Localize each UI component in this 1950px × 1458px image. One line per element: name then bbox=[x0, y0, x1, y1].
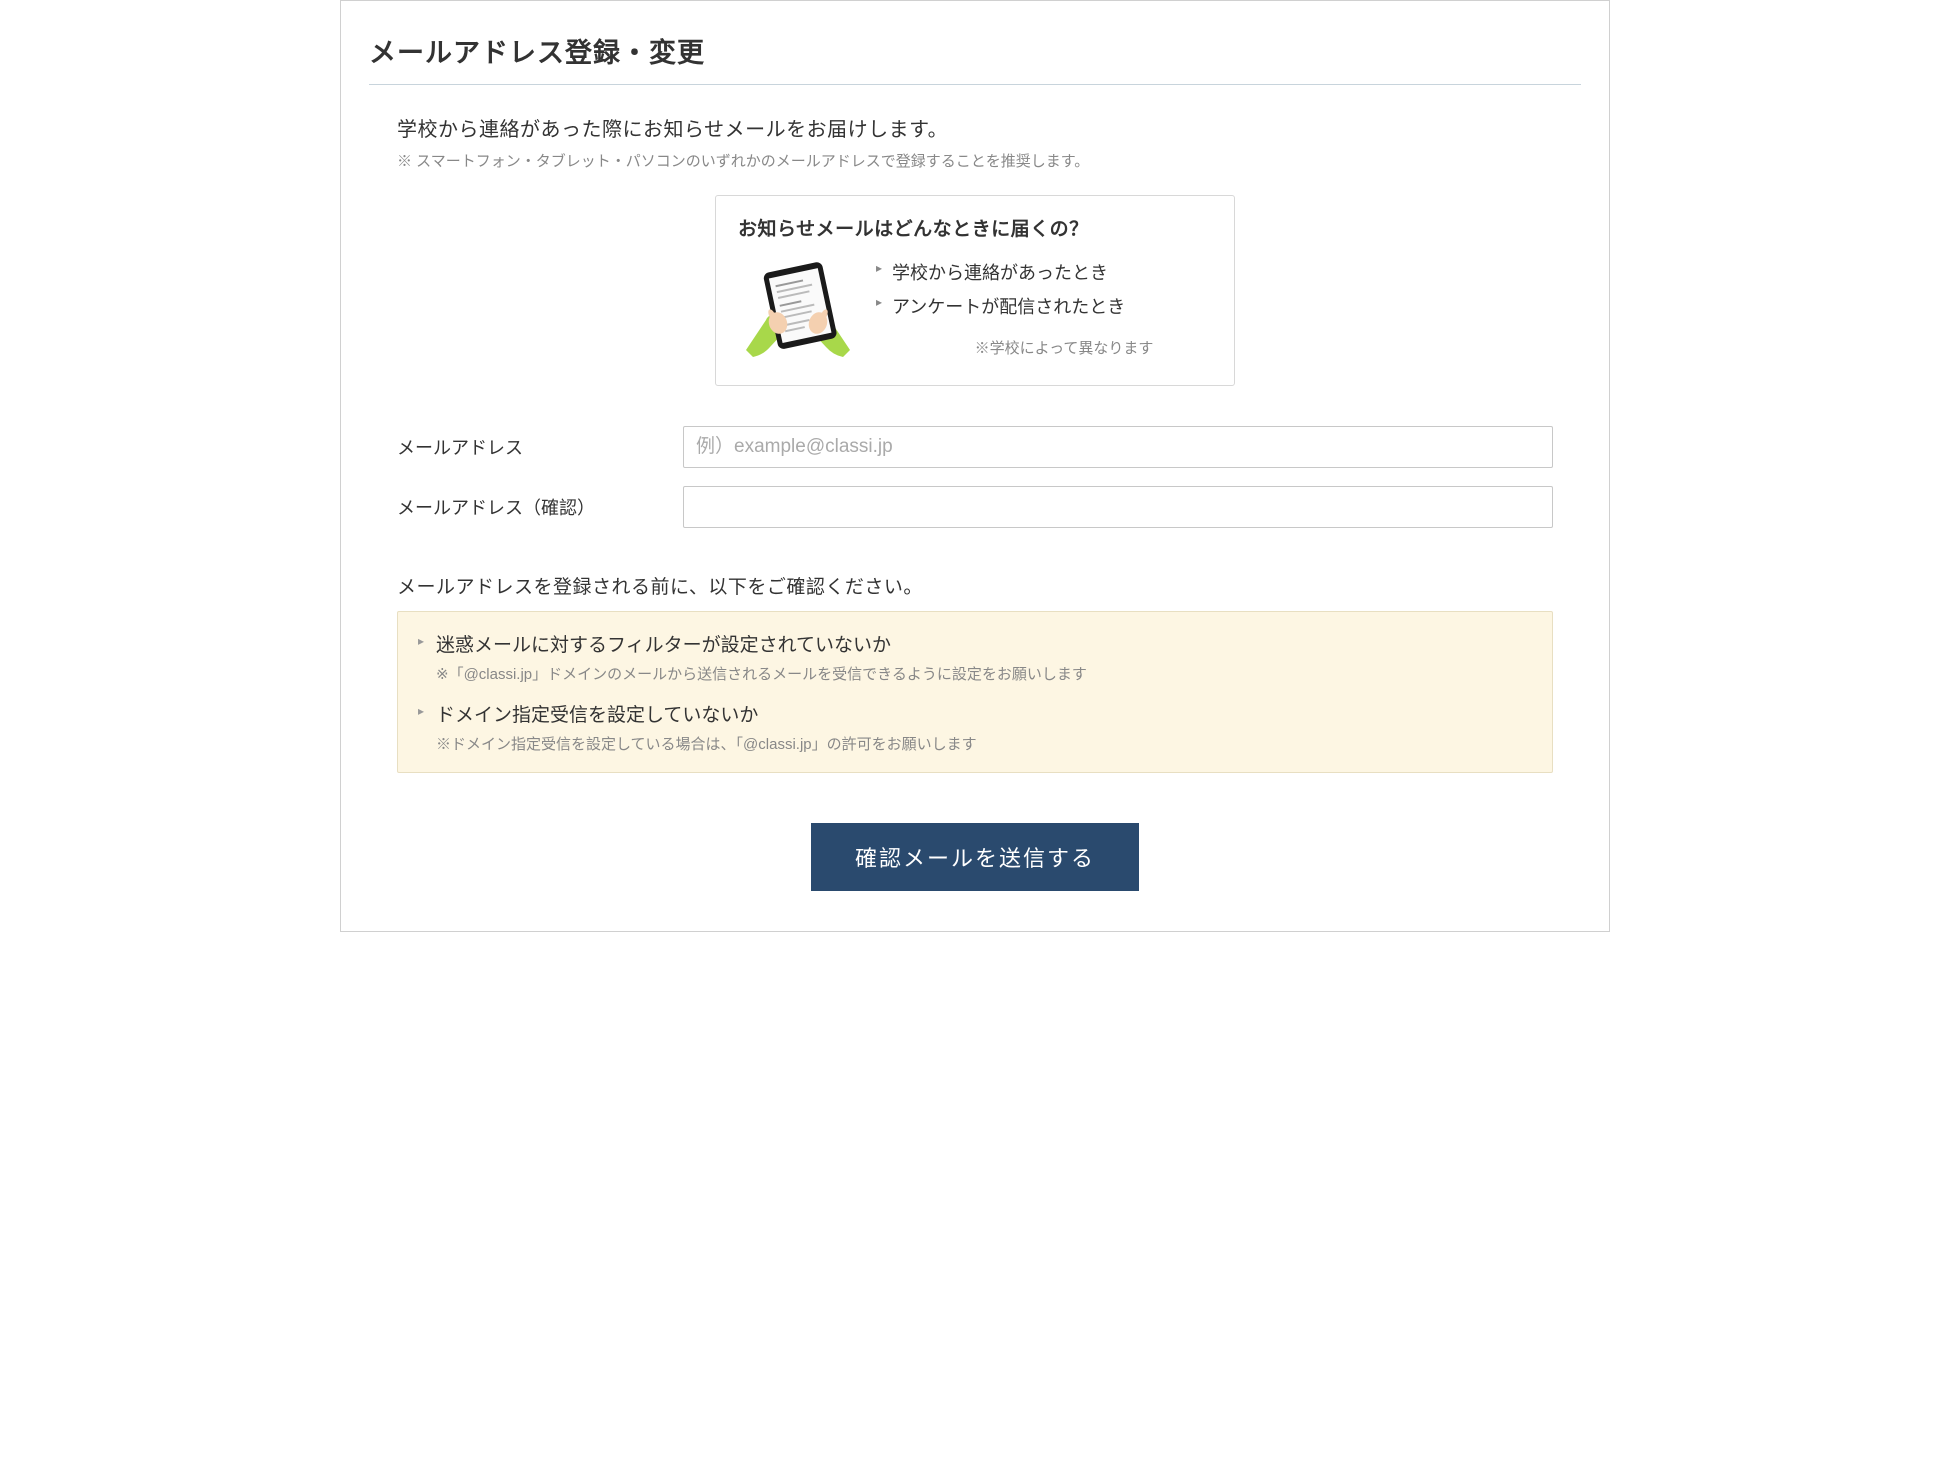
intro-area: 学校から連絡があった際にお知らせメールをお届けします。 ※ スマートフォン・タブ… bbox=[369, 113, 1581, 171]
confirm-item-note: ※「@classi.jp」ドメインのメールから送信されるメールを受信できるように… bbox=[418, 663, 1532, 684]
confirm-heading: メールアドレスを登録される前に、以下をご確認ください。 bbox=[397, 572, 1553, 599]
confirm-section: メールアドレスを登録される前に、以下をご確認ください。 迷惑メールに対するフィル… bbox=[369, 572, 1581, 773]
email-label: メールアドレス bbox=[397, 434, 683, 460]
submit-button[interactable]: 確認メールを送信する bbox=[811, 823, 1139, 891]
intro-note: ※ スマートフォン・タブレット・パソコンのいずれかのメールアドレスで登録すること… bbox=[397, 150, 1581, 171]
info-box: お知らせメールはどんなときに届くの？ bbox=[715, 195, 1235, 386]
form-area: メールアドレス メールアドレス（確認） bbox=[369, 426, 1581, 528]
info-item: 学校から連絡があったとき bbox=[876, 259, 1212, 285]
info-item: アンケートが配信されたとき bbox=[876, 293, 1212, 319]
confirm-item-title: ドメイン指定受信を設定していないか bbox=[418, 700, 1532, 727]
page-title: メールアドレス登録・変更 bbox=[369, 31, 1581, 85]
confirm-item-title: 迷惑メールに対するフィルターが設定されていないか bbox=[418, 630, 1532, 657]
confirm-item: ドメイン指定受信を設定していないか ※ドメイン指定受信を設定している場合は、「@… bbox=[418, 700, 1532, 754]
email-confirm-input[interactable] bbox=[683, 486, 1553, 528]
submit-area: 確認メールを送信する bbox=[369, 823, 1581, 891]
form-row-email-confirm: メールアドレス（確認） bbox=[397, 486, 1553, 528]
email-confirm-label: メールアドレス（確認） bbox=[397, 494, 683, 520]
confirm-item: 迷惑メールに対するフィルターが設定されていないか ※「@classi.jp」ドメ… bbox=[418, 630, 1532, 684]
confirm-box: 迷惑メールに対するフィルターが設定されていないか ※「@classi.jp」ドメ… bbox=[397, 611, 1553, 773]
info-list: 学校から連絡があったとき アンケートが配信されたとき ※学校によって異なります bbox=[876, 255, 1212, 358]
info-box-body: 学校から連絡があったとき アンケートが配信されたとき ※学校によって異なります bbox=[738, 255, 1212, 365]
form-row-email: メールアドレス bbox=[397, 426, 1553, 468]
info-sub-note: ※学校によって異なります bbox=[876, 337, 1212, 358]
main-container: メールアドレス登録・変更 学校から連絡があった際にお知らせメールをお届けします。… bbox=[340, 0, 1610, 932]
confirm-item-note: ※ドメイン指定受信を設定している場合は、「@classi.jp」の許可をお願いし… bbox=[418, 733, 1532, 754]
info-box-title: お知らせメールはどんなときに届くの？ bbox=[738, 214, 1212, 241]
email-input[interactable] bbox=[683, 426, 1553, 468]
tablet-hands-icon bbox=[738, 255, 858, 365]
intro-text: 学校から連絡があった際にお知らせメールをお届けします。 bbox=[397, 113, 1581, 142]
